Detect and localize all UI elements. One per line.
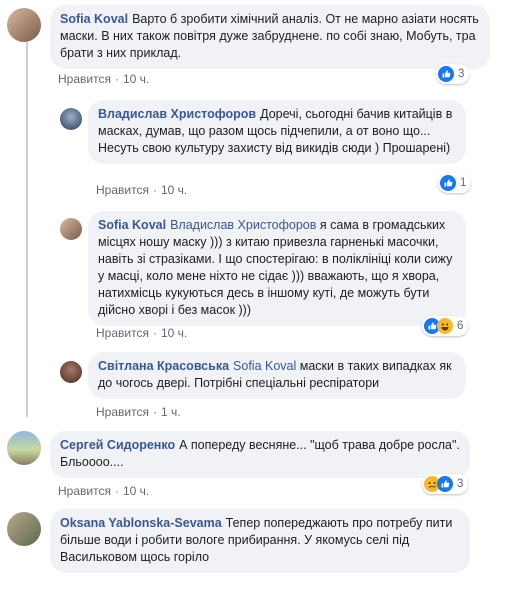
avatar[interactable] — [60, 218, 82, 240]
reaction-summary[interactable]: 6 — [422, 316, 469, 336]
like-icon — [437, 476, 453, 492]
comment-bubble: Сергей Сидоренко А попереду весняне... "щ… — [50, 431, 470, 478]
avatar[interactable] — [7, 512, 41, 546]
like-link[interactable]: Нравится — [96, 405, 149, 419]
like-link[interactable]: Нравится — [96, 183, 149, 197]
comment-actions: Нравится · 10 ч. — [58, 72, 150, 86]
haha-icon — [437, 318, 453, 334]
avatar[interactable] — [7, 8, 41, 42]
timestamp[interactable]: 10 ч. — [123, 484, 149, 498]
reaction-count: 6 — [457, 320, 464, 332]
reaction-summary[interactable]: 1 — [438, 173, 472, 193]
reply-thread-line — [26, 42, 28, 417]
avatar[interactable] — [7, 431, 41, 465]
comment-bubble: Світлана Красовська Sofia Koval маски в т… — [88, 352, 466, 399]
timestamp[interactable]: 10 ч. — [161, 183, 187, 197]
reaction-count: 3 — [457, 478, 464, 490]
comment-actions: Нравится · 10 ч. — [96, 183, 188, 197]
comment-bubble: Oksana Yablonska-Sevama Тепер попереджают… — [50, 509, 470, 573]
avatar[interactable] — [60, 361, 82, 383]
reaction-summary[interactable]: 3 — [422, 474, 469, 494]
comment-author[interactable]: Сергей Сидоренко — [60, 438, 175, 452]
like-icon — [438, 66, 454, 82]
comment-author[interactable]: Oksana Yablonska-Sevama — [60, 516, 222, 530]
comment-actions: Нравится · 1 ч. — [96, 405, 181, 419]
comment-author[interactable]: Владислав Христофоров — [98, 107, 256, 121]
comment-text: я сама в громадських місцях ношу маску )… — [98, 218, 453, 317]
comment-author[interactable]: Sofia Koval — [98, 218, 166, 232]
mention-link[interactable]: Sofia Koval — [233, 359, 296, 373]
like-link[interactable]: Нравится — [96, 326, 149, 340]
comment-bubble: Владислав Христофоров Доречі, сьогодні ба… — [88, 100, 466, 164]
comment-author[interactable]: Sofia Koval — [60, 12, 128, 26]
avatar[interactable] — [60, 108, 82, 130]
comment-author[interactable]: Світлана Красовська — [98, 359, 229, 373]
timestamp[interactable]: 1 ч. — [161, 405, 181, 419]
reaction-count: 3 — [458, 68, 465, 80]
reaction-count: 1 — [460, 177, 467, 189]
comment-actions: Нравится · 10 ч. — [96, 326, 188, 340]
timestamp[interactable]: 10 ч. — [123, 72, 149, 86]
like-link[interactable]: Нравится — [58, 484, 111, 498]
comment-bubble: Sofia Koval Варто б зробити хімічний анал… — [50, 5, 490, 69]
comment-bubble: Sofia Koval Владислав Христофоров я сама … — [88, 211, 466, 326]
like-icon — [440, 175, 456, 191]
like-link[interactable]: Нравится — [58, 72, 111, 86]
comment-actions: Нравится · 10 ч. — [58, 484, 150, 498]
timestamp[interactable]: 10 ч. — [161, 326, 187, 340]
mention-link[interactable]: Владислав Христофоров — [170, 218, 316, 232]
reaction-summary[interactable]: 3 — [436, 64, 470, 84]
